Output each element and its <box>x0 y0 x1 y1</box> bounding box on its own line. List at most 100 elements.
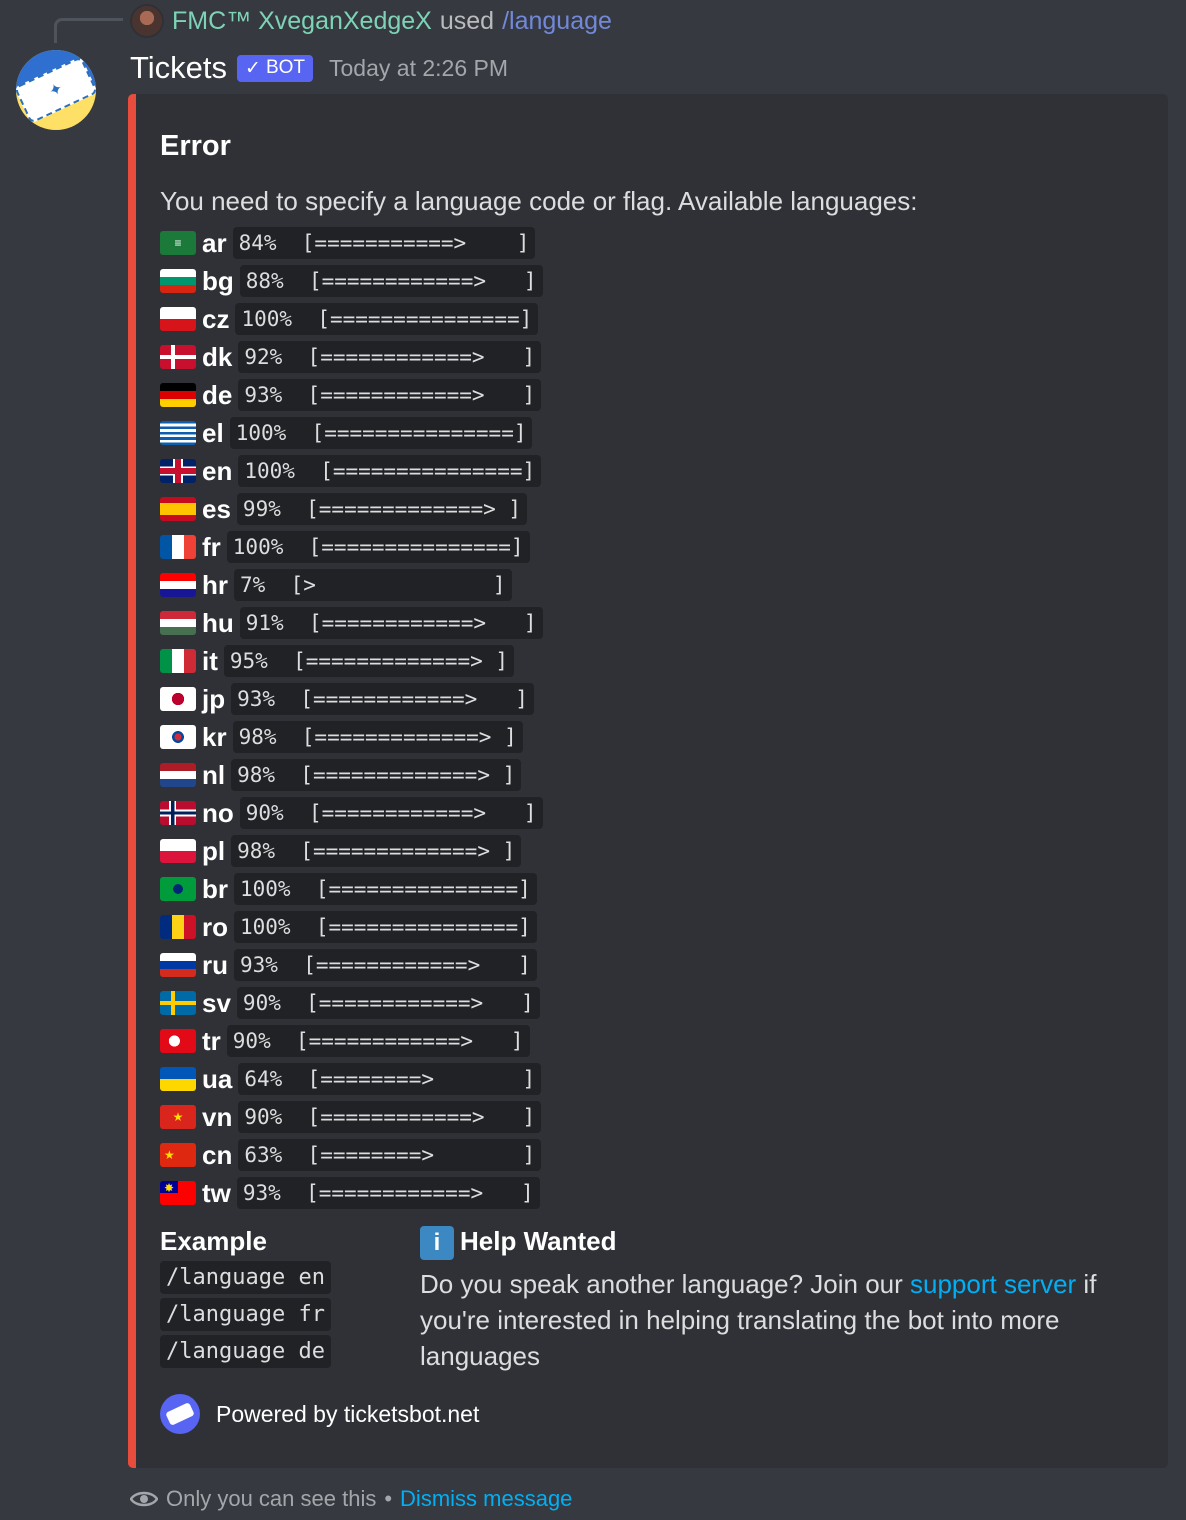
replied-username[interactable]: FMC™ XveganXedgeX <box>172 7 432 36</box>
embed-description: You need to specify a language code or f… <box>160 186 918 216</box>
message-timestamp[interactable]: Today at 2:26 PM <box>329 55 508 82</box>
language-row: cz 100% [===============] <box>160 300 543 338</box>
sweden-flag-icon <box>160 991 196 1015</box>
norway-flag-icon <box>160 801 196 825</box>
translation-progress: 98% [=============> ] <box>231 835 522 867</box>
germany-flag-icon <box>160 383 196 407</box>
error-embed: Error You need to specify a language cod… <box>128 94 1168 1468</box>
dismiss-message-link[interactable]: Dismiss message <box>400 1486 572 1512</box>
language-row: it 95% [=============> ] <box>160 642 543 680</box>
message-header: Tickets ✓ BOT Today at 2:26 PM <box>130 48 508 88</box>
author-name[interactable]: Tickets <box>130 50 227 86</box>
translation-progress: 90% [============> ] <box>238 1101 542 1133</box>
translation-progress: 84% [===========> ] <box>232 227 536 259</box>
example-command: /language fr <box>160 1298 331 1331</box>
language-code: nl <box>202 759 226 790</box>
reply-connector <box>54 18 123 43</box>
translation-progress: 90% [============> ] <box>239 797 543 829</box>
example-command: /language en <box>160 1261 331 1294</box>
ephemeral-separator: • <box>384 1486 393 1511</box>
poland-flag-icon <box>160 839 196 863</box>
translation-progress: 88% [============> ] <box>239 265 543 297</box>
language-code: bg <box>202 265 234 296</box>
bot-avatar[interactable]: ✦ <box>16 50 96 130</box>
russia-flag-icon <box>160 953 196 977</box>
language-code: cn <box>202 1139 233 1170</box>
bulgaria-flag-icon <box>160 269 196 293</box>
language-code: br <box>202 873 228 904</box>
translation-progress: 90% [============> ] <box>236 987 540 1019</box>
help-title: Help Wanted <box>460 1226 617 1256</box>
language-row: ≡ ar 84% [===========> ] <box>160 224 543 262</box>
language-code: tw <box>202 1177 231 1208</box>
language-code: tr <box>202 1025 221 1056</box>
language-row: hu 91% [============> ] <box>160 604 543 642</box>
translation-progress: 100% [===============] <box>229 417 533 449</box>
language-row: pl 98% [=============> ] <box>160 832 543 870</box>
ephemeral-notice: Only you can see this • Dismiss message <box>130 1486 572 1512</box>
language-row: ✸ tw 93% [============> ] <box>160 1174 543 1212</box>
reply-command[interactable]: /language <box>502 7 612 36</box>
example-field: Example /language en /language fr /langu… <box>160 1226 331 1368</box>
language-code: es <box>202 493 231 524</box>
language-row: ua 64% [========> ] <box>160 1060 543 1098</box>
replied-user-avatar[interactable] <box>130 4 164 38</box>
language-row: ru 93% [============> ] <box>160 946 543 984</box>
translation-progress: 91% [============> ] <box>239 607 543 639</box>
footer-text: Powered by ticketsbot.net <box>216 1400 480 1427</box>
language-row: ro 100% [===============] <box>160 908 543 946</box>
translation-progress: 100% [===============] <box>234 911 537 943</box>
translation-progress: 100% [===============] <box>235 303 539 335</box>
ukraine-flag-icon <box>160 1067 196 1091</box>
language-code: ro <box>202 911 228 942</box>
translation-progress: 98% [=============> ] <box>232 721 523 753</box>
translation-progress: 100% [===============] <box>226 531 530 563</box>
croatia-flag-icon <box>160 573 196 597</box>
saudi-arabia-flag-icon: ≡ <box>160 231 196 255</box>
language-code: vn <box>202 1101 233 1132</box>
reply-reference[interactable]: FMC™ XveganXedgeX used /language <box>130 4 612 38</box>
info-icon: i <box>420 1226 454 1261</box>
language-code: it <box>202 645 218 676</box>
turkey-flag-icon <box>160 1029 196 1053</box>
hungary-flag-icon <box>160 611 196 635</box>
language-code: jp <box>202 683 226 714</box>
china-flag-icon: ★ <box>160 1143 196 1167</box>
translation-progress: 93% [============> ] <box>234 949 537 981</box>
translation-progress: 98% [=============> ] <box>231 759 522 791</box>
translation-progress: 100% [===============] <box>234 873 537 905</box>
language-row: br 100% [===============] <box>160 870 543 908</box>
language-code: fr <box>202 531 221 562</box>
language-code: el <box>202 417 224 448</box>
translation-progress: 93% [============> ] <box>231 683 534 715</box>
translation-progress: 90% [============> ] <box>226 1025 530 1057</box>
language-code: cz <box>202 303 230 334</box>
language-code: de <box>202 379 233 410</box>
language-code: dk <box>202 341 233 372</box>
language-row: kr 98% [=============> ] <box>160 718 543 756</box>
language-list: ≡ ar 84% [===========> ] bg 88% [===========… <box>160 224 543 1212</box>
language-code: no <box>202 797 234 828</box>
eye-icon <box>130 1491 158 1507</box>
support-server-link[interactable]: support server <box>910 1269 1076 1299</box>
romania-flag-icon <box>160 915 196 939</box>
france-flag-icon <box>160 535 196 559</box>
language-row: fr 100% [===============] <box>160 528 543 566</box>
translation-progress: 99% [=============> ] <box>236 493 528 525</box>
translation-progress: 93% [============> ] <box>238 379 542 411</box>
bot-badge-label: BOT <box>265 57 306 78</box>
language-row: sv 90% [============> ] <box>160 984 543 1022</box>
language-row: no 90% [============> ] <box>160 794 543 832</box>
vietnam-flag-icon: ★ <box>160 1105 196 1129</box>
help-text: Do you speak another language? Join our … <box>420 1266 1120 1374</box>
language-row: ★ vn 90% [============> ] <box>160 1098 543 1136</box>
language-code: ua <box>202 1063 233 1094</box>
language-row: nl 98% [=============> ] <box>160 756 543 794</box>
korea-flag-icon <box>160 725 196 749</box>
language-row: bg 88% [============> ] <box>160 262 543 300</box>
language-code: kr <box>202 721 227 752</box>
translation-progress: 63% [========> ] <box>238 1139 542 1171</box>
language-row: ★ cn 63% [========> ] <box>160 1136 543 1174</box>
translation-progress: 100% [===============] <box>238 455 542 487</box>
translation-progress: 95% [=============> ] <box>223 645 515 677</box>
